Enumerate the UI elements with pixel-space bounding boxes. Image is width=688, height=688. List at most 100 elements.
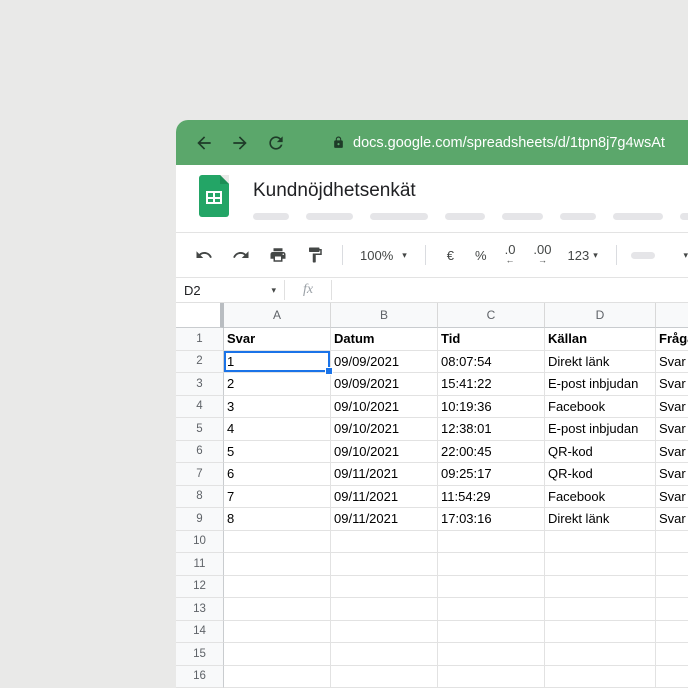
cell-A15[interactable] bbox=[224, 643, 331, 666]
cell-C13[interactable] bbox=[438, 598, 545, 621]
cell-C14[interactable] bbox=[438, 620, 545, 643]
cell-B15[interactable] bbox=[331, 643, 438, 666]
cell-B1[interactable]: Datum bbox=[331, 328, 438, 351]
cell-A1[interactable]: Svar bbox=[224, 328, 331, 351]
cell-A10[interactable] bbox=[224, 530, 331, 553]
cell-D9[interactable]: Direkt länk bbox=[545, 508, 656, 531]
cell-E8[interactable]: Svar bbox=[656, 486, 688, 508]
cell-E11[interactable] bbox=[656, 553, 688, 576]
cell-B6[interactable]: 09/10/2021 bbox=[331, 440, 438, 463]
cell-D14[interactable] bbox=[545, 620, 656, 643]
cell-B9[interactable]: 09/11/2021 bbox=[331, 508, 438, 531]
cell-D15[interactable] bbox=[545, 643, 656, 666]
print-icon[interactable] bbox=[269, 246, 287, 264]
menu-item-placeholder[interactable] bbox=[370, 213, 428, 220]
cell-E14[interactable] bbox=[656, 621, 688, 643]
cell-C7[interactable]: 09:25:17 bbox=[438, 463, 545, 486]
row-header-4[interactable]: 4 bbox=[176, 395, 224, 418]
cell-A8[interactable]: 7 bbox=[224, 485, 331, 508]
cell-A3[interactable]: 2 bbox=[224, 373, 331, 396]
cell-C5[interactable]: 12:38:01 bbox=[438, 418, 545, 441]
cell-B3[interactable]: 09/09/2021 bbox=[331, 373, 438, 396]
cell-E1[interactable]: Fråga bbox=[656, 328, 688, 351]
cell-B14[interactable] bbox=[331, 620, 438, 643]
column-header-A[interactable]: A bbox=[224, 303, 331, 328]
refresh-icon[interactable] bbox=[266, 133, 286, 153]
menu-item-placeholder[interactable] bbox=[613, 213, 663, 220]
row-header-2[interactable]: 2 bbox=[176, 350, 224, 373]
chevron-down-icon[interactable]: ▾ bbox=[683, 250, 688, 261]
cell-C8[interactable]: 11:54:29 bbox=[438, 485, 545, 508]
cell-C10[interactable] bbox=[438, 530, 545, 553]
row-header-11[interactable]: 11 bbox=[176, 553, 224, 576]
increase-decimal-button[interactable]: .00 → bbox=[533, 243, 551, 265]
row-header-14[interactable]: 14 bbox=[176, 620, 224, 643]
menu-item-placeholder[interactable] bbox=[253, 213, 289, 220]
cell-C4[interactable]: 10:19:36 bbox=[438, 395, 545, 418]
column-header-D[interactable]: D bbox=[545, 303, 656, 328]
cell-C9[interactable]: 17:03:16 bbox=[438, 508, 545, 531]
cell-A6[interactable]: 5 bbox=[224, 440, 331, 463]
document-title[interactable]: Kundnöjdhetsenkät bbox=[253, 180, 416, 202]
cell-C15[interactable] bbox=[438, 643, 545, 666]
cell-C6[interactable]: 22:00:45 bbox=[438, 440, 545, 463]
cell-D10[interactable] bbox=[545, 530, 656, 553]
row-header-1[interactable]: 1 bbox=[176, 328, 224, 351]
cell-A16[interactable] bbox=[224, 665, 331, 688]
cell-E12[interactable] bbox=[656, 576, 688, 598]
back-icon[interactable] bbox=[194, 133, 214, 153]
cell-C3[interactable]: 15:41:22 bbox=[438, 373, 545, 396]
cell-C11[interactable] bbox=[438, 553, 545, 576]
row-header-6[interactable]: 6 bbox=[176, 440, 224, 463]
row-header-16[interactable]: 16 bbox=[176, 665, 224, 688]
cell-E5[interactable]: Svar bbox=[656, 418, 688, 441]
address-bar-url[interactable]: docs.google.com/spreadsheets/d/1tpn8j7g4… bbox=[353, 135, 665, 151]
cell-B8[interactable]: 09/11/2021 bbox=[331, 485, 438, 508]
paint-format-icon[interactable] bbox=[306, 246, 324, 264]
row-header-10[interactable]: 10 bbox=[176, 530, 224, 553]
cell-C12[interactable] bbox=[438, 575, 545, 598]
cell-D5[interactable]: E-post inbjudan bbox=[545, 418, 656, 441]
cell-B5[interactable]: 09/10/2021 bbox=[331, 418, 438, 441]
decrease-decimal-button[interactable]: .0 ← bbox=[505, 243, 516, 265]
select-all-corner[interactable] bbox=[176, 303, 224, 328]
cell-B10[interactable] bbox=[331, 530, 438, 553]
cell-A12[interactable] bbox=[224, 575, 331, 598]
undo-icon[interactable] bbox=[195, 246, 213, 264]
cell-D1[interactable]: Källan bbox=[545, 328, 656, 351]
cell-E13[interactable] bbox=[656, 598, 688, 621]
row-header-13[interactable]: 13 bbox=[176, 598, 224, 621]
format-currency-button[interactable]: € bbox=[447, 248, 454, 263]
row-header-3[interactable]: 3 bbox=[176, 373, 224, 396]
cell-C1[interactable]: Tid bbox=[438, 328, 545, 351]
number-format-button[interactable]: 123 ▾ bbox=[568, 248, 598, 263]
row-header-8[interactable]: 8 bbox=[176, 485, 224, 508]
cell-A11[interactable] bbox=[224, 553, 331, 576]
cell-D4[interactable]: Facebook bbox=[545, 395, 656, 418]
cell-B13[interactable] bbox=[331, 598, 438, 621]
cell-B12[interactable] bbox=[331, 575, 438, 598]
menu-item-placeholder[interactable] bbox=[680, 213, 688, 220]
cell-A14[interactable] bbox=[224, 620, 331, 643]
cell-A7[interactable]: 6 bbox=[224, 463, 331, 486]
cell-D11[interactable] bbox=[545, 553, 656, 576]
cell-D6[interactable]: QR-kod bbox=[545, 440, 656, 463]
column-header-B[interactable]: B bbox=[331, 303, 438, 328]
cell-A9[interactable]: 8 bbox=[224, 508, 331, 531]
cell-E15[interactable] bbox=[656, 643, 688, 666]
cell-B4[interactable]: 09/10/2021 bbox=[331, 395, 438, 418]
row-header-5[interactable]: 5 bbox=[176, 418, 224, 441]
name-box[interactable]: D2 ▾ bbox=[176, 278, 284, 302]
menu-item-placeholder[interactable] bbox=[306, 213, 353, 220]
cell-A4[interactable]: 3 bbox=[224, 395, 331, 418]
menu-item-placeholder[interactable] bbox=[445, 213, 485, 220]
cell-D13[interactable] bbox=[545, 598, 656, 621]
row-header-7[interactable]: 7 bbox=[176, 463, 224, 486]
cell-D7[interactable]: QR-kod bbox=[545, 463, 656, 486]
menu-item-placeholder[interactable] bbox=[502, 213, 543, 220]
format-percent-button[interactable]: % bbox=[475, 248, 487, 263]
cell-A5[interactable]: 4 bbox=[224, 418, 331, 441]
cell-B16[interactable] bbox=[331, 665, 438, 688]
cell-B11[interactable] bbox=[331, 553, 438, 576]
formula-input[interactable] bbox=[332, 278, 688, 302]
